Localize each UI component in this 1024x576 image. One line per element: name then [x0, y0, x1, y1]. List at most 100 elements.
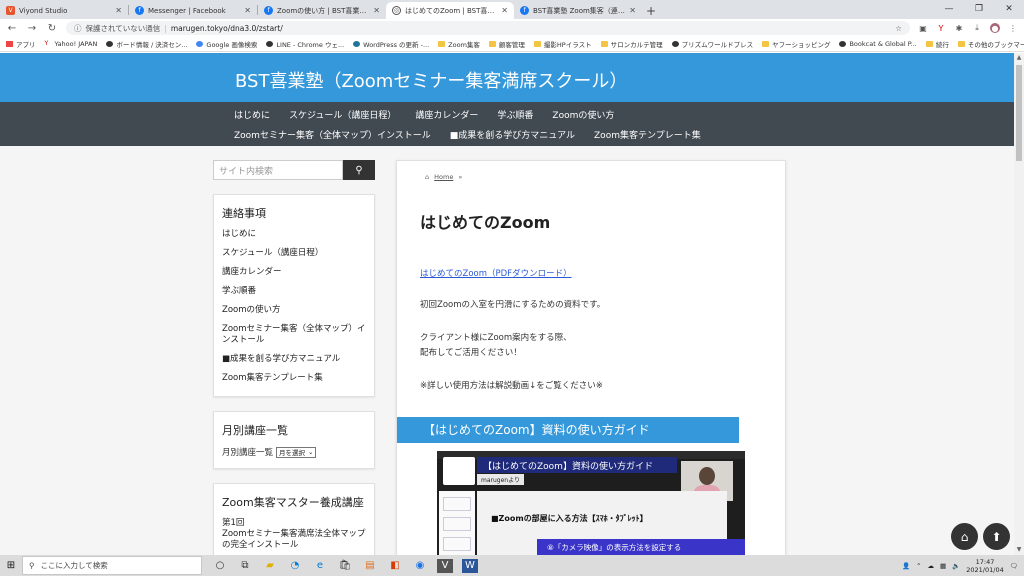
url-input[interactable]: ⓘ 保護されていない通信 | marugen.tokyo/dna3.0/zsta…: [66, 21, 910, 35]
nav-item-order[interactable]: 学ぶ順番: [497, 108, 533, 121]
cortana-icon[interactable]: ○: [212, 559, 228, 573]
close-icon[interactable]: ✕: [501, 6, 508, 15]
bookmark-board[interactable]: ボード情報 / 決済セン...: [106, 39, 187, 49]
close-icon[interactable]: ✕: [373, 6, 380, 15]
people-icon[interactable]: 👤: [902, 562, 910, 570]
pdf-download-link[interactable]: はじめてのZoom（PDFダウンロード）: [420, 267, 572, 279]
yahoo-extension-icon[interactable]: Y: [936, 23, 946, 33]
network-icon[interactable]: ▦: [940, 562, 946, 570]
search-icon: ⚲: [355, 164, 363, 176]
bookmark-star-icon[interactable]: ☆: [895, 24, 902, 33]
bookmark-customer[interactable]: 顧客管理: [488, 39, 525, 49]
sidebar-item-manual[interactable]: ■成果を創る学び方マニュアル: [222, 354, 366, 365]
search-button[interactable]: ⚲: [343, 160, 375, 180]
window-controls: — ❐ ✕: [934, 0, 1024, 18]
bookmark-zoom-shukyaku[interactable]: Zoom集客: [438, 39, 480, 49]
scrollbar-thumb[interactable]: [1016, 65, 1022, 161]
bookmark-yahoo[interactable]: Y Yahoo! JAPAN: [45, 40, 98, 48]
download-icon[interactable]: ⤓: [972, 23, 982, 33]
sidebar-item-zoom-usage[interactable]: Zoomの使い方: [222, 305, 366, 316]
scroll-up-icon[interactable]: ▲: [1014, 53, 1024, 63]
chrome-icon[interactable]: ◉: [412, 559, 428, 573]
bookmark-salon[interactable]: サロンカルテ管理: [600, 39, 663, 49]
breadcrumb-home-link[interactable]: Home: [434, 173, 453, 181]
sidebar-item-order[interactable]: 学ぶ順番: [222, 286, 366, 297]
volume-icon[interactable]: 🔈: [952, 562, 960, 570]
nav-item-map[interactable]: Zoomセミナー集客（全体マップ）インストール: [234, 128, 431, 141]
back-icon[interactable]: ←: [6, 23, 18, 34]
reload-icon[interactable]: ↻: [46, 23, 58, 34]
forward-icon[interactable]: →: [26, 23, 38, 34]
sidebar-item-session-1[interactable]: 第1回: [222, 518, 366, 529]
taskbar-search-input[interactable]: ⚲ ここに入力して検索: [22, 556, 202, 575]
info-icon[interactable]: ⓘ: [74, 23, 82, 34]
browser-tab-hajimete-zoom[interactable]: ◎ はじめてのZoom | BST喜業塾（Zo ✕: [386, 2, 514, 19]
sidebar-item-schedule[interactable]: スケジュール（講座日程）: [222, 248, 366, 259]
minimize-icon[interactable]: —: [934, 0, 964, 18]
extension-icon[interactable]: ▣: [918, 23, 928, 33]
bookmark-yahoo-shopping[interactable]: ヤフーショッピング: [762, 39, 830, 49]
close-icon[interactable]: ✕: [115, 6, 122, 15]
edge-icon[interactable]: ◔: [287, 559, 303, 573]
page-title: はじめてのZoom: [420, 213, 551, 232]
page-scrollbar[interactable]: ▲ ▼: [1014, 53, 1024, 555]
nav-item-calendar[interactable]: 講座カレンダー: [415, 108, 478, 121]
scroll-down-icon[interactable]: ▼: [1014, 545, 1024, 555]
bookmark-line[interactable]: LINE - Chrome ウェ...: [266, 39, 344, 49]
nav-item-hajimeni[interactable]: はじめに: [234, 108, 270, 121]
store-icon[interactable]: 🛍: [337, 559, 353, 573]
folder-icon: [533, 41, 541, 47]
sidebar-item-full-map[interactable]: Zoomセミナー集客満席法全体マップの完全インストール: [222, 529, 366, 551]
browser-tab-viyond[interactable]: V Viyond Studio ✕: [0, 2, 128, 19]
notification-icon[interactable]: 🗨: [1010, 562, 1018, 570]
month-select[interactable]: 月を選択 ⌄: [276, 446, 317, 458]
globe-icon: [671, 41, 679, 47]
browser-tab-messenger[interactable]: f Messenger | Facebook ✕: [129, 2, 257, 19]
viyond-app-icon[interactable]: V: [437, 558, 453, 573]
avatar[interactable]: ●: [990, 23, 1000, 33]
chevron-up-icon[interactable]: ⌃: [916, 562, 921, 570]
windows-start-icon[interactable]: ⊞: [0, 560, 22, 571]
close-icon[interactable]: ✕: [629, 6, 636, 15]
nav-item-zoom-usage[interactable]: Zoomの使い方: [552, 108, 614, 121]
maximize-icon[interactable]: ❐: [964, 0, 994, 18]
nav-item-manual[interactable]: ■成果を創る学び方マニュアル: [450, 128, 575, 141]
home-button[interactable]: ⌂: [951, 523, 978, 550]
menu-kebab-icon[interactable]: ⋮: [1008, 23, 1018, 33]
search-input[interactable]: サイト内検索: [213, 160, 343, 180]
bookmark-bookcat[interactable]: Bookcat & Global P...: [839, 40, 917, 48]
close-icon[interactable]: ✕: [244, 6, 251, 15]
office-icon[interactable]: ◧: [387, 559, 403, 573]
site-title[interactable]: BST喜業塾（Zoomセミナー集客満席スクール）: [235, 67, 627, 93]
sidebar-item-templates[interactable]: Zoom集客テンプレート集: [222, 373, 366, 384]
taskbar-apps: ○ ⧉ ▰ ◔ e 🛍 ▤ ◧ ◉ V W: [212, 558, 478, 573]
bookmark-zokko[interactable]: 続行: [925, 39, 949, 49]
bookmark-illust[interactable]: 撮影HPイラスト: [533, 39, 592, 49]
nav-item-schedule[interactable]: スケジュール（講座日程）: [289, 108, 396, 121]
sidebar-item-hajimeni[interactable]: はじめに: [222, 229, 366, 240]
close-window-icon[interactable]: ✕: [994, 0, 1024, 18]
edge-legacy-icon[interactable]: e: [312, 559, 328, 573]
task-view-icon[interactable]: ⧉: [237, 559, 253, 573]
nav-item-templates[interactable]: Zoom集客テンプレート集: [594, 128, 701, 141]
file-explorer-icon[interactable]: ▰: [262, 559, 278, 573]
word-icon[interactable]: W: [462, 558, 478, 573]
monthly-label: 月別講座一覧: [222, 448, 274, 458]
bookmark-google-image[interactable]: Google 画像検索: [196, 39, 257, 49]
sidebar-item-calendar[interactable]: 講座カレンダー: [222, 267, 366, 278]
bookmark-wordpress[interactable]: WordPress の更新 -...: [353, 39, 429, 49]
browser-tab-zoom-usage[interactable]: f Zoomの使い方 | BST喜業塾（Zoo ✕: [258, 2, 386, 19]
browser-tab-bst-zoom[interactable]: f BST喜業塾 Zoom集客（連裂ニコ ✕: [514, 2, 642, 19]
sidebar-item-map[interactable]: Zoomセミナー集客（全体マップ）インストール: [222, 324, 366, 346]
folder-app-icon[interactable]: ▤: [362, 559, 378, 573]
bookmark-other[interactable]: その他のブックマーク: [957, 39, 1024, 49]
scroll-top-button[interactable]: ⬆: [983, 523, 1010, 550]
new-tab-button[interactable]: +: [642, 2, 660, 19]
video-player[interactable]: 【はじめてのZoom】資料の使い方ガイド marugenより ■Zoomの部屋に…: [437, 451, 745, 555]
bookmark-apps[interactable]: アプリ: [6, 39, 36, 49]
puzzle-icon[interactable]: ✱: [954, 23, 964, 33]
security-status: 保護されていない通信: [85, 23, 161, 33]
bookmark-prism[interactable]: プリズムワールドプレス: [671, 39, 753, 49]
onedrive-icon[interactable]: ☁: [928, 562, 935, 570]
system-clock[interactable]: 17:47 2021/01/04: [966, 558, 1003, 574]
